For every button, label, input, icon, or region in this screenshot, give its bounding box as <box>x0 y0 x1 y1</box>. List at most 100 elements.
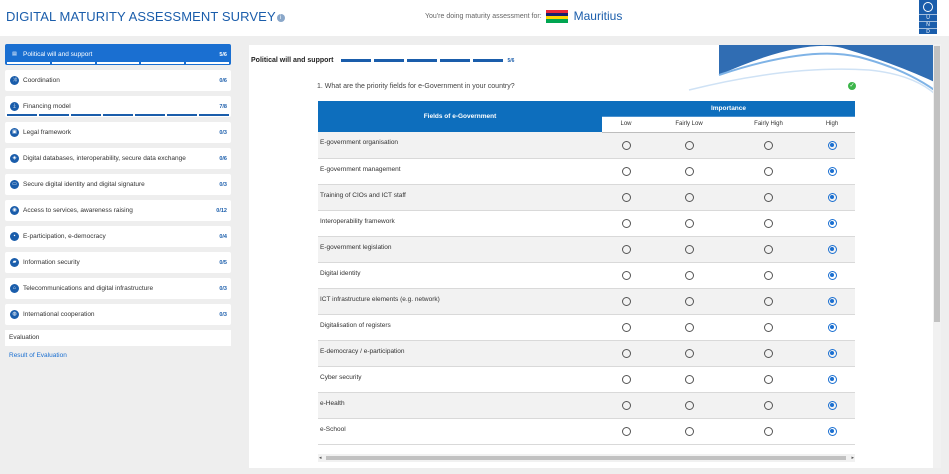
sidebar-item[interactable]: ⌂ Telecommunications and digital infrastr… <box>5 278 231 299</box>
field-label: Digital identity <box>318 262 602 289</box>
importance-radio[interactable] <box>827 348 837 358</box>
radio-cell <box>809 340 855 367</box>
sidebar-item-label: Digital databases, interoperability, sec… <box>23 155 186 162</box>
importance-radio[interactable] <box>684 270 694 280</box>
importance-radio[interactable] <box>684 426 694 436</box>
sidebar-item[interactable]: ◍ International cooperation 0/3 <box>5 304 231 325</box>
importance-radio[interactable] <box>827 140 837 150</box>
importance-radio[interactable] <box>827 426 837 436</box>
importance-radio[interactable] <box>827 270 837 280</box>
sidebar-item-evaluation[interactable]: Evaluation <box>5 330 231 346</box>
table-row: E-government legislation <box>318 236 855 263</box>
importance-radio[interactable] <box>827 322 837 332</box>
sidebar-item[interactable]: ⤓ Financing model 7/8 <box>5 96 231 117</box>
radio-cell <box>650 158 728 185</box>
importance-radio[interactable] <box>621 322 631 332</box>
importance-radio[interactable] <box>827 218 837 228</box>
importance-radio[interactable] <box>684 348 694 358</box>
horizontal-scrollbar[interactable]: ◂ ▸ <box>318 454 855 462</box>
sidebar-item[interactable]: ▣ Legal framework 0/3 <box>5 122 231 143</box>
vertical-scroll-thumb[interactable] <box>934 46 940 322</box>
field-label: Training of CIOs and ICT staff <box>318 184 602 211</box>
importance-radio[interactable] <box>621 166 631 176</box>
importance-radio[interactable] <box>684 140 694 150</box>
importance-radio[interactable] <box>827 166 837 176</box>
progress-segment <box>167 114 197 116</box>
importance-radio[interactable] <box>621 426 631 436</box>
table-row: Digital identity <box>318 262 855 289</box>
scroll-left-icon[interactable]: ◂ <box>319 455 322 461</box>
importance-radio[interactable] <box>764 400 773 410</box>
importance-level-label: Fairly High <box>728 116 809 133</box>
importance-radio[interactable] <box>684 322 694 332</box>
radio-cell <box>728 158 809 185</box>
importance-radio[interactable] <box>621 218 631 228</box>
importance-radio[interactable] <box>684 296 694 306</box>
radio-cell <box>602 288 650 315</box>
sidebar-item[interactable]: ⤨ Coordination 0/6 <box>5 70 231 91</box>
info-icon[interactable]: i <box>276 13 285 22</box>
logo-letter: D <box>919 28 937 35</box>
radio-cell <box>650 340 728 367</box>
vertical-scrollbar[interactable] <box>933 44 941 468</box>
importance-radio[interactable] <box>621 374 631 384</box>
importance-radio[interactable] <box>764 270 773 280</box>
table-row: E-democracy / e-participation <box>318 340 855 367</box>
sidebar-item-count: 0/4 <box>219 233 227 240</box>
importance-radio[interactable] <box>621 400 631 410</box>
importance-radio[interactable] <box>764 426 773 436</box>
progress-segment <box>135 114 165 116</box>
sidebar-item[interactable]: ◉ Access to services, awareness raising 0/… <box>5 200 231 221</box>
importance-radio[interactable] <box>764 244 773 254</box>
importance-radio[interactable] <box>827 296 837 306</box>
sidebar-item[interactable]: ▪ E-participation, e-democracy 0/4 <box>5 226 231 247</box>
result-of-evaluation-link[interactable]: Result of Evaluation <box>9 352 67 359</box>
importance-radio[interactable] <box>684 244 694 254</box>
importance-radio[interactable] <box>764 140 773 150</box>
app-title-text: DIGITAL MATURITY ASSESSMENT SURVEY <box>6 9 276 24</box>
logo-letter: U <box>919 14 937 21</box>
importance-radio[interactable] <box>684 218 694 228</box>
radio-cell <box>809 132 855 159</box>
importance-radio[interactable] <box>764 322 773 332</box>
importance-radio[interactable] <box>684 374 694 384</box>
section-title: Political will and support <box>251 57 334 64</box>
table-row: e-Health <box>318 392 855 419</box>
sidebar-item[interactable]: ◈ Digital databases, interoperability, se… <box>5 148 231 169</box>
importance-radio[interactable] <box>827 244 837 254</box>
importance-radio[interactable] <box>621 270 631 280</box>
importance-radio[interactable] <box>764 192 773 202</box>
importance-radio[interactable] <box>764 348 773 358</box>
importance-radio[interactable] <box>764 218 773 228</box>
radio-cell <box>728 132 809 159</box>
importance-radio[interactable] <box>827 400 837 410</box>
radio-cell <box>602 210 650 237</box>
mauritius-flag-icon <box>545 9 568 23</box>
importance-radio[interactable] <box>827 192 837 202</box>
sidebar-item[interactable]: ▰ Information security 0/5 <box>5 252 231 273</box>
sidebar-item[interactable]: ▤ Political will and support 5/6 <box>5 44 231 65</box>
importance-radio[interactable] <box>621 296 631 306</box>
sidebar-item-count: 0/5 <box>219 259 227 266</box>
sidebar-item[interactable]: ▭ Secure digital identity and digital sig… <box>5 174 231 195</box>
importance-radio[interactable] <box>621 140 631 150</box>
importance-radio[interactable] <box>684 166 694 176</box>
importance-radio[interactable] <box>621 192 631 202</box>
importance-radio[interactable] <box>827 374 837 384</box>
importance-radio[interactable] <box>764 166 773 176</box>
scroll-right-icon[interactable]: ▸ <box>851 455 854 461</box>
radio-cell <box>602 236 650 263</box>
importance-radio[interactable] <box>621 348 631 358</box>
importance-radio[interactable] <box>621 244 631 254</box>
radio-cell <box>728 314 809 341</box>
radio-cell <box>728 418 809 445</box>
importance-radio[interactable] <box>684 192 694 202</box>
radio-cell <box>650 314 728 341</box>
importance-radio[interactable] <box>684 400 694 410</box>
horizontal-scroll-thumb[interactable] <box>326 456 846 460</box>
importance-radio[interactable] <box>764 296 773 306</box>
importance-radio[interactable] <box>764 374 773 384</box>
radio-cell <box>728 288 809 315</box>
sidebar-item-progress <box>5 114 231 116</box>
field-label: e-School <box>318 418 602 445</box>
